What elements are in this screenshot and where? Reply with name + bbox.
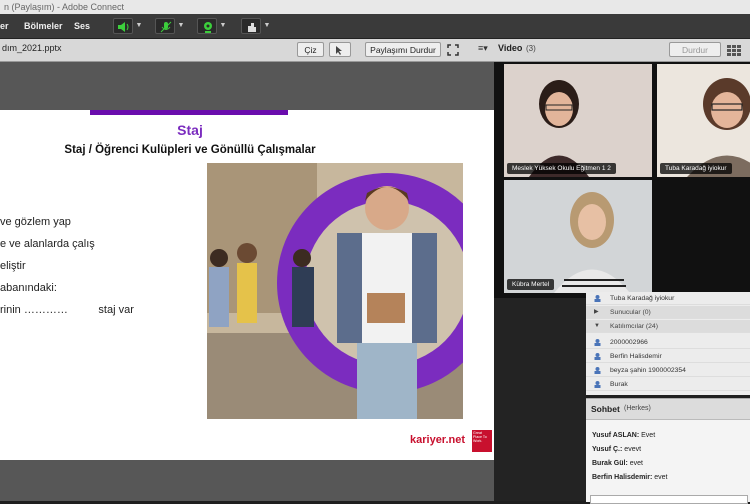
attendee-row[interactable]: Berfin Halisdemir — [586, 350, 750, 363]
kariyer-logo: kariyer.net — [410, 434, 466, 446]
video-pod-header: Video (3) Durdur — [494, 39, 750, 62]
video-stop-button[interactable]: Durdur — [669, 42, 721, 57]
pointer-button[interactable] — [329, 42, 351, 57]
group-label: Sunucular (0) — [610, 309, 651, 316]
video-grid: Meslek Yüksek Okulu Eğitmen 1 2 Tuba Kar… — [494, 62, 750, 298]
webcam-feed-image — [657, 64, 750, 177]
share-filename: dım_2021.pptx — [2, 43, 62, 53]
chat-input[interactable] — [590, 495, 748, 504]
chat-message: Burak Gül: evet — [592, 460, 643, 467]
webcam-feed-image — [504, 180, 652, 293]
video-pod-title: Video — [498, 43, 523, 53]
person-icon — [594, 295, 601, 302]
video-participant-name: Meslek Yüksek Okulu Eğitmen 1 2 — [507, 163, 616, 174]
attendee-name: beyza şahin 1900002354 — [610, 367, 686, 374]
attendee-name: Berfin Halisdemir — [610, 353, 662, 360]
chat-message: Yusuf ASLAN: Evet — [592, 432, 656, 439]
chat-message: Berfin Halisdemir: evet — [592, 474, 668, 481]
fullscreen-icon[interactable] — [447, 43, 461, 57]
menu-audio[interactable]: Ses — [74, 14, 90, 38]
video-count: (3) — [526, 44, 536, 53]
attendee-name: 2000002966 — [610, 339, 648, 346]
video-tile[interactable]: Kübra Mertel — [504, 180, 652, 293]
webcam-icon — [204, 22, 212, 33]
slide-bullet: eliştir — [0, 260, 26, 272]
stop-sharing-button[interactable]: Paylaşımı Durdur — [365, 42, 441, 57]
speaker-icon — [118, 22, 129, 32]
slide-bullet: rinin ………… staj var — [0, 304, 134, 316]
video-stop-label: Durdur — [682, 45, 708, 55]
attendee-name: Tuba Karadağ iyiokur — [610, 295, 675, 302]
raise-hand-button[interactable] — [241, 18, 261, 34]
menu-pods[interactable]: Bölmeler — [24, 14, 63, 38]
raise-hand-icon — [248, 23, 256, 32]
microphone-dropdown[interactable]: ▼ — [176, 18, 186, 34]
slide-bullet: ve gözlem yap — [0, 216, 71, 228]
collapse-arrow-icon: ▼ — [594, 323, 600, 329]
slide-subtitle: Staj / Öğrenci Kulüpleri ve Gönüllü Çalı… — [64, 144, 316, 156]
grid-layout-icon[interactable] — [727, 44, 741, 56]
speaker-button[interactable] — [113, 18, 133, 34]
person-icon — [594, 353, 601, 360]
pointer-icon — [336, 46, 342, 55]
chat-scope: (Herkes) — [624, 405, 651, 412]
draw-button[interactable]: Çiz — [297, 42, 324, 57]
speaker-dropdown[interactable]: ▼ — [134, 18, 144, 34]
pod-menu-icon[interactable]: ≡▾ — [478, 43, 488, 54]
video-participant-name: Kübra Mertel — [507, 279, 555, 290]
attendee-list: Tuba Karadağ iyiokur ▶ Sunucular (0) ▼ K… — [586, 292, 750, 395]
slide-title: Staj — [177, 122, 203, 138]
person-icon — [594, 381, 601, 388]
presentation-slide: Staj Staj / Öğrenci Kulüpleri ve Gönüllü… — [0, 110, 494, 460]
pod-gap — [494, 298, 586, 501]
video-tile[interactable]: Meslek Yüksek Okulu Eğitmen 1 2 — [504, 64, 652, 177]
expand-arrow-icon: ▶ — [594, 309, 599, 315]
webcam-button[interactable] — [197, 18, 217, 34]
microphone-icon — [160, 21, 172, 33]
webcam-dropdown[interactable]: ▼ — [218, 18, 228, 34]
chat-message: Yusuf Ç.: evevt — [592, 446, 642, 453]
slide-student-photo — [207, 163, 463, 419]
menubar: er Bölmeler Ses ▼ ▼ ▼ ▼ — [0, 14, 750, 39]
attendee-row[interactable]: Tuba Karadağ iyiokur — [586, 292, 750, 305]
attendee-name: Burak — [610, 381, 628, 388]
chat-pod: Sohbet (Herkes) Yusuf ASLAN: Evet Yusuf … — [586, 398, 750, 504]
presenters-group[interactable]: ▶ Sunucular (0) — [586, 306, 750, 319]
slide-bullet: e ve alanlarda çalış — [0, 238, 95, 250]
share-pod-header: dım_2021.pptx Çiz Paylaşımı Durdur ≡▾ — [0, 39, 494, 62]
menu-meetings[interactable]: er — [0, 14, 9, 38]
group-label: Katılımcılar (24) — [610, 323, 658, 330]
window-title: n (Paylaşım) - Adobe Connect — [0, 0, 750, 14]
person-icon — [594, 367, 601, 374]
webcam-feed-image — [504, 64, 652, 177]
slide-accent-bar — [90, 110, 288, 115]
microphone-button[interactable] — [155, 18, 175, 34]
attendee-row[interactable]: 2000002966 — [586, 336, 750, 349]
raise-hand-dropdown[interactable]: ▼ — [262, 18, 272, 34]
attendee-row[interactable]: Burak — [586, 378, 750, 391]
slide-bullet: abanındaki: — [0, 282, 57, 294]
person-icon — [594, 339, 601, 346]
video-participant-name: Tuba Karadağ iyiokur — [660, 163, 732, 174]
attendee-row[interactable]: beyza şahin 1900002354 — [586, 364, 750, 377]
great-place-to-work-badge: Great Place To Work. — [472, 430, 492, 452]
video-tile[interactable]: Tuba Karadağ iyiokur — [657, 64, 750, 177]
chat-header: Sohbet (Herkes) — [586, 399, 750, 420]
chat-title: Sohbet — [591, 404, 620, 414]
participants-group[interactable]: ▼ Katılımcılar (24) — [586, 320, 750, 333]
